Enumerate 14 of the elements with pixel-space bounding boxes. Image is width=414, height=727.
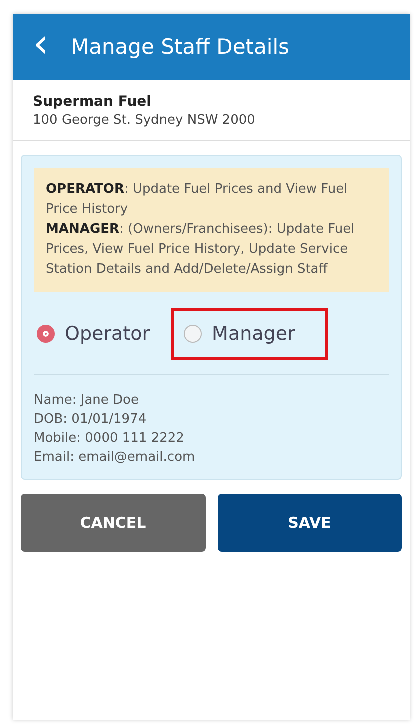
cancel-button[interactable]: CANCEL [21, 494, 206, 552]
staff-detail: DOB: 01/01/1974 [34, 411, 148, 429]
staff-detail: Email: email@email.com [34, 449, 196, 467]
role-radio[interactable]: Manager [171, 308, 328, 360]
staff-detail: Mobile: 0000 111 2222 [34, 430, 186, 448]
staff-detail: Name: Jane Doe [34, 392, 140, 410]
role-description: MANAGER: (Owners/Franchisees): Update Fuel Prices, View Fuel Price History, Update Service Station Details and Add/Delete/Assign Staff [46, 221, 356, 279]
role-radio[interactable]: Operator [34, 308, 164, 360]
screen-title: Manage Staff Details [71, 35, 290, 59]
back-button[interactable]: ‹ [33, 24, 49, 70]
station-name: Superman Fuel [33, 94, 152, 110]
role-description: OPERATOR: Update Fuel Prices and View Fuel Price History [46, 181, 349, 219]
station-address: 100 George St. Sydney NSW 2000 [33, 113, 256, 128]
save-button[interactable]: SAVE [218, 494, 402, 552]
